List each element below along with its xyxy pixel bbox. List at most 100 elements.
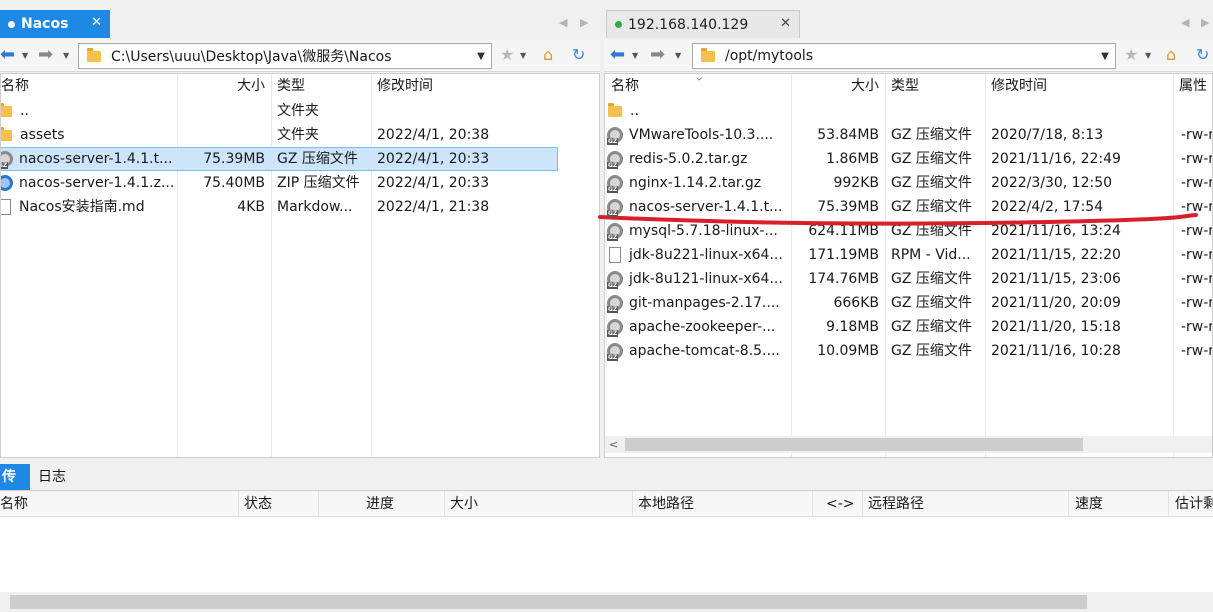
queue-column-eta[interactable]: 估计剩 (1175, 491, 1213, 517)
local-tabbar: Nacos ✕ ◀ ▶ (0, 0, 600, 38)
chevron-down-icon[interactable]: ▼ (471, 51, 491, 62)
queue-column-direction[interactable]: <-> (826, 491, 855, 517)
file-name-cell[interactable]: GZ apache-tomcat-8.5.... (607, 339, 791, 363)
queue-horizontal-scrollbar[interactable] (0, 592, 1213, 612)
file-row[interactable]: assets 文件夹 2022/4/1, 20:38 (1, 123, 599, 147)
queue-column-local-path[interactable]: 本地路径 (638, 491, 694, 517)
chevron-down-icon[interactable]: ▼ (632, 51, 638, 60)
refresh-icon[interactable]: ↻ (572, 46, 585, 64)
tab-scroll-right-icon[interactable]: ▶ (1201, 16, 1209, 29)
file-type: Markdow... (277, 199, 353, 215)
forward-arrow-icon[interactable]: ➡ (38, 45, 53, 65)
local-file-list[interactable]: 名称 ^ 大小 类型 修改时间 .. 文件夹 assets 文件夹 2022/4/1, … (0, 73, 600, 458)
local-path-toolbar: ⬅ ▼ ➡ ▼ C:\Users\uuu\Desktop\Java\微服务\Na… (0, 40, 600, 72)
close-icon[interactable]: ✕ (91, 15, 102, 31)
file-row[interactable]: GZ redis-5.0.2.tar.gz 1.86MB GZ 压缩文件 2021/11… (605, 147, 1212, 171)
column-attributes[interactable]: 属性 (1173, 74, 1212, 98)
file-name-cell[interactable]: GZ nacos-server-1.4.1.t... (1, 147, 177, 171)
file-name-cell[interactable]: .. (1, 99, 177, 123)
scrollbar-thumb[interactable] (10, 595, 1087, 609)
refresh-icon[interactable]: ↻ (1196, 46, 1209, 64)
file-row[interactable]: GZ git-manpages-2.17.... 666KB GZ 压缩文件 2021/… (605, 291, 1212, 315)
close-icon[interactable]: ✕ (780, 16, 791, 32)
back-arrow-icon[interactable]: ⬅ (610, 45, 625, 65)
file-name-cell[interactable]: .. (607, 99, 791, 123)
queue-column-size[interactable]: 大小 (450, 491, 478, 517)
file-row[interactable]: GZ nacos-server-1.4.1.t... 75.39MB GZ 压缩文件 2… (1, 147, 599, 171)
column-size[interactable]: 大小 (177, 74, 271, 98)
queue-column-name[interactable]: 名称 (0, 491, 28, 517)
file-attributes: -rw-r (1181, 271, 1213, 287)
file-row[interactable]: GZ jdk-8u121-linux-x64... 174.76MB GZ 压缩文件 2… (605, 267, 1212, 291)
file-row[interactable]: GZ VMwareTools-10.3.... 53.84MB GZ 压缩文件 2020… (605, 123, 1212, 147)
tab-remote-host[interactable]: 192.168.140.129 ✕ (606, 10, 800, 38)
column-size[interactable]: 大小 (791, 74, 885, 98)
file-name-cell[interactable]: assets (1, 123, 177, 147)
file-row[interactable]: .. (605, 99, 1212, 123)
file-name-cell[interactable]: GZ VMwareTools-10.3.... (607, 123, 791, 147)
chevron-down-icon[interactable]: ▼ (675, 51, 681, 60)
file-attributes: -rw-r (1181, 127, 1213, 143)
file-row[interactable]: GZ apache-tomcat-8.5.... 10.09MB GZ 压缩文件 202… (605, 339, 1212, 363)
forward-arrow-icon[interactable]: ➡ (650, 45, 665, 65)
file-row[interactable]: GZ nacos-server-1.4.1.t... 75.39MB GZ 压缩文件 2… (605, 195, 1212, 219)
tab-local-nacos[interactable]: Nacos ✕ (0, 10, 110, 38)
file-name-cell[interactable]: GZ git-manpages-2.17.... (607, 291, 791, 315)
tab-log[interactable]: 日志 (36, 464, 68, 490)
chevron-down-icon[interactable]: ▼ (22, 51, 28, 60)
file-attributes (1173, 99, 1212, 123)
tab-scroll-left-icon[interactable]: ◀ (559, 16, 567, 29)
tab-transfers[interactable]: 传输 (0, 464, 30, 490)
scrollbar-thumb[interactable] (625, 438, 1083, 451)
queue-column-speed[interactable]: 速度 (1075, 491, 1103, 517)
file-row[interactable]: Nacos安装指南.md 4KB Markdow... 2022/4/1, 21:38 (1, 195, 599, 219)
chevron-down-icon[interactable]: ▼ (63, 51, 69, 60)
file-name-cell[interactable]: GZ nginx-1.14.2.tar.gz (607, 171, 791, 195)
local-path-input[interactable]: C:\Users\uuu\Desktop\Java\微服务\Nacos ▼ (78, 43, 492, 69)
home-folder-icon[interactable]: ⌂ (543, 46, 553, 64)
column-type[interactable]: 类型 (271, 74, 371, 98)
folder-icon (608, 102, 622, 117)
tab-scroll-right-icon[interactable]: ▶ (580, 16, 588, 29)
chevron-down-icon[interactable]: ▼ (1095, 51, 1115, 62)
tab-scroll-left-icon[interactable]: ◀ (1181, 16, 1189, 29)
file-size: 75.39MB (817, 199, 879, 215)
file-name-cell[interactable]: jdk-8u221-linux-x64... (607, 243, 791, 267)
queue-column-header (0, 491, 1213, 517)
queue-column-remote-path[interactable]: 远程路径 (868, 491, 924, 517)
file-name-cell[interactable]: GZ nacos-server-1.4.1.t... (607, 195, 791, 219)
file-row[interactable]: jdk-8u221-linux-x64... 171.19MB RPM - Vid.… (605, 243, 1212, 267)
queue-column-status[interactable]: 状态 (244, 491, 272, 517)
remote-horizontal-scrollbar[interactable]: < (605, 436, 1212, 453)
chevron-down-icon[interactable]: ▼ (520, 51, 526, 60)
file-row[interactable]: GZ apache-zookeeper-... 9.18MB GZ 压缩文件 2021/… (605, 315, 1212, 339)
scroll-left-icon[interactable]: < (609, 436, 618, 453)
file-name-cell[interactable]: GZ mysql-5.7.18-linux-... (607, 219, 791, 243)
star-icon[interactable]: ★ (500, 46, 514, 64)
file-row[interactable]: GZ nginx-1.14.2.tar.gz 992KB GZ 压缩文件 2022/3/… (605, 171, 1212, 195)
file-name-cell[interactable]: Nacos安装指南.md (1, 195, 177, 219)
chevron-down-icon[interactable]: ▼ (1145, 51, 1151, 60)
back-arrow-icon[interactable]: ⬅ (0, 45, 15, 65)
star-icon[interactable]: ★ (1124, 46, 1138, 64)
file-name-cell[interactable]: nacos-server-1.4.1.z... (1, 171, 177, 195)
remote-path-input[interactable]: /opt/mytools ▼ (692, 43, 1116, 69)
file-name-cell[interactable]: GZ jdk-8u121-linux-x64... (607, 267, 791, 291)
file-name-cell[interactable]: GZ apache-zookeeper-... (607, 315, 791, 339)
file-size: 171.19MB (808, 247, 879, 263)
file-row[interactable]: GZ mysql-5.7.18-linux-... 624.11MB GZ 压缩文件 2… (605, 219, 1212, 243)
file-attributes: -rw-r (1181, 151, 1213, 167)
column-modified[interactable]: 修改时间 (371, 74, 551, 98)
transfer-queue-list[interactable]: 名称 状态 进度 大小 本地路径 <-> 远程路径 速度 估计剩 (0, 490, 1213, 592)
file-row[interactable]: .. 文件夹 (1, 99, 599, 123)
remote-file-list[interactable]: 名称 ^ 大小 类型 修改时间 属性 .. GZ VMwareTools-10.3.… (604, 73, 1213, 458)
remote-panel: 192.168.140.129 ✕ ◀ ▶ ⬅ ▼ ➡ ▼ /opt/mytoo… (604, 0, 1213, 458)
queue-column-progress[interactable]: 进度 (366, 491, 394, 517)
file-name-cell[interactable]: GZ redis-5.0.2.tar.gz (607, 147, 791, 171)
home-folder-icon[interactable]: ⌂ (1166, 46, 1176, 64)
file-modified (371, 99, 557, 123)
column-modified[interactable]: 修改时间 (985, 74, 1173, 98)
gz-archive-icon: GZ (607, 151, 623, 169)
file-row[interactable]: nacos-server-1.4.1.z... 75.40MB ZIP 压缩文件 20… (1, 171, 599, 195)
column-type[interactable]: 类型 (885, 74, 985, 98)
